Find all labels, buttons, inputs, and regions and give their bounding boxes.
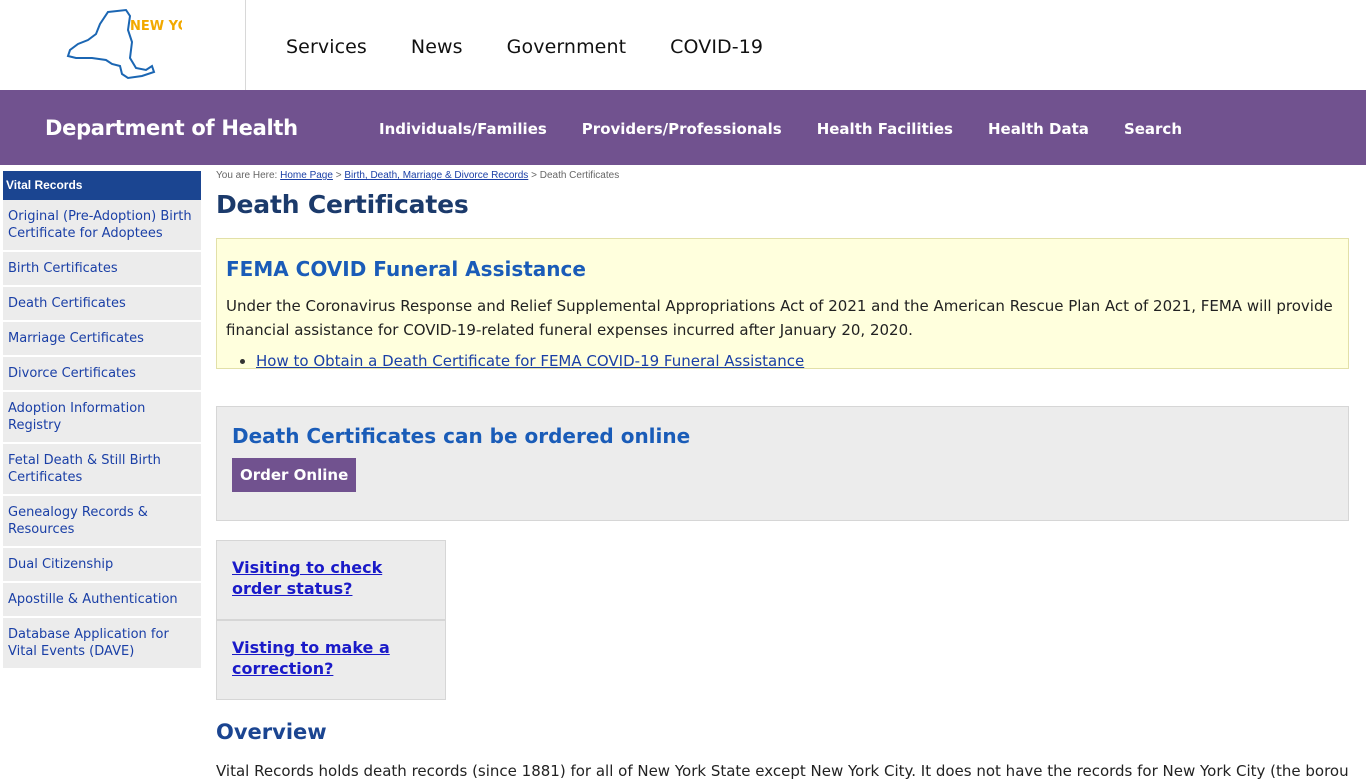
overview-text: Vital Records holds death records (since…	[216, 762, 1349, 780]
breadcrumb-current: Death Certificates	[539, 170, 620, 181]
state-header: NEW YORK STATE Services News Government …	[0, 0, 1366, 90]
sidebar-item-dual-citizenship[interactable]: Dual Citizenship	[3, 548, 201, 583]
sidebar-item-adoption-registry[interactable]: Adoption Information Registry	[3, 392, 201, 444]
fema-title: FEMA COVID Funeral Assistance	[226, 257, 586, 281]
sidebar-item-birth-certificates[interactable]: Birth Certificates	[3, 252, 201, 287]
nav-search[interactable]: Search	[1124, 120, 1182, 138]
fema-link[interactable]: How to Obtain a Death Certificate for FE…	[256, 352, 804, 370]
main-content: You are Here: Home Page > Birth, Death, …	[216, 170, 1349, 780]
nav-health-data[interactable]: Health Data	[988, 120, 1089, 138]
sidebar-item-original-birth-certificate[interactable]: Original (Pre-Adoption) Birth Certificat…	[3, 200, 201, 252]
visit-links: Visiting to check order status? Visting …	[216, 540, 446, 700]
order-online-button[interactable]: Order Online	[232, 458, 357, 492]
sidebar-heading[interactable]: Vital Records	[3, 171, 201, 200]
nys-logo[interactable]: NEW YORK STATE	[66, 8, 182, 80]
fema-text: Under the Coronavirus Response and Relie…	[226, 297, 1333, 339]
sidebar-item-apostille[interactable]: Apostille & Authentication	[3, 583, 201, 618]
sidebar-item-death-certificates[interactable]: Death Certificates	[3, 287, 201, 322]
agency-title[interactable]: Department of Health	[45, 116, 298, 140]
breadcrumb: You are Here: Home Page > Birth, Death, …	[216, 170, 620, 181]
sidebar-item-fetal-death[interactable]: Fetal Death & Still Birth Certificates	[3, 444, 201, 496]
visit-box-correction: Visting to make a correction?	[216, 620, 446, 700]
nav-covid19[interactable]: COVID-19	[670, 36, 763, 58]
make-correction-link[interactable]: Visting to make a correction?	[232, 637, 430, 679]
nav-health-facilities[interactable]: Health Facilities	[817, 120, 953, 138]
check-order-status-link[interactable]: Visiting to check order status?	[232, 557, 430, 599]
svg-text:NEW YORK STATE: NEW YORK STATE	[130, 19, 182, 34]
agency-nav: Individuals/Families Providers/Professio…	[379, 120, 1217, 138]
nav-services[interactable]: Services	[286, 36, 367, 58]
breadcrumb-prefix: You are Here:	[216, 170, 278, 181]
overview-heading: Overview	[216, 720, 327, 744]
page-title: Death Certificates	[216, 190, 469, 219]
breadcrumb-records[interactable]: Birth, Death, Marriage & Divorce Records	[344, 170, 528, 181]
nav-government[interactable]: Government	[507, 36, 627, 58]
nav-providers-professionals[interactable]: Providers/Professionals	[582, 120, 782, 138]
sidebar-item-divorce-certificates[interactable]: Divorce Certificates	[3, 357, 201, 392]
nav-news[interactable]: News	[411, 36, 463, 58]
nav-individuals-families[interactable]: Individuals/Families	[379, 120, 547, 138]
order-title: Death Certificates can be ordered online	[232, 424, 691, 448]
fema-notice: FEMA COVID Funeral Assistance Under the …	[216, 238, 1349, 370]
order-online-panel: Death Certificates can be ordered online…	[216, 406, 1349, 521]
sidebar-item-marriage-certificates[interactable]: Marriage Certificates	[3, 322, 201, 357]
sidebar-item-genealogy[interactable]: Genealogy Records & Resources	[3, 496, 201, 548]
agency-header: Department of Health Individuals/Familie…	[0, 90, 1366, 165]
header-divider	[245, 0, 246, 90]
sidebar-item-dave[interactable]: Database Application for Vital Events (D…	[3, 618, 201, 670]
state-nav: Services News Government COVID-19	[286, 36, 807, 58]
visit-box-status: Visiting to check order status?	[216, 540, 446, 620]
breadcrumb-home[interactable]: Home Page	[280, 170, 333, 181]
fema-list: How to Obtain a Death Certificate for FE…	[226, 352, 1339, 370]
sidebar: Vital Records Original (Pre-Adoption) Bi…	[3, 171, 201, 670]
